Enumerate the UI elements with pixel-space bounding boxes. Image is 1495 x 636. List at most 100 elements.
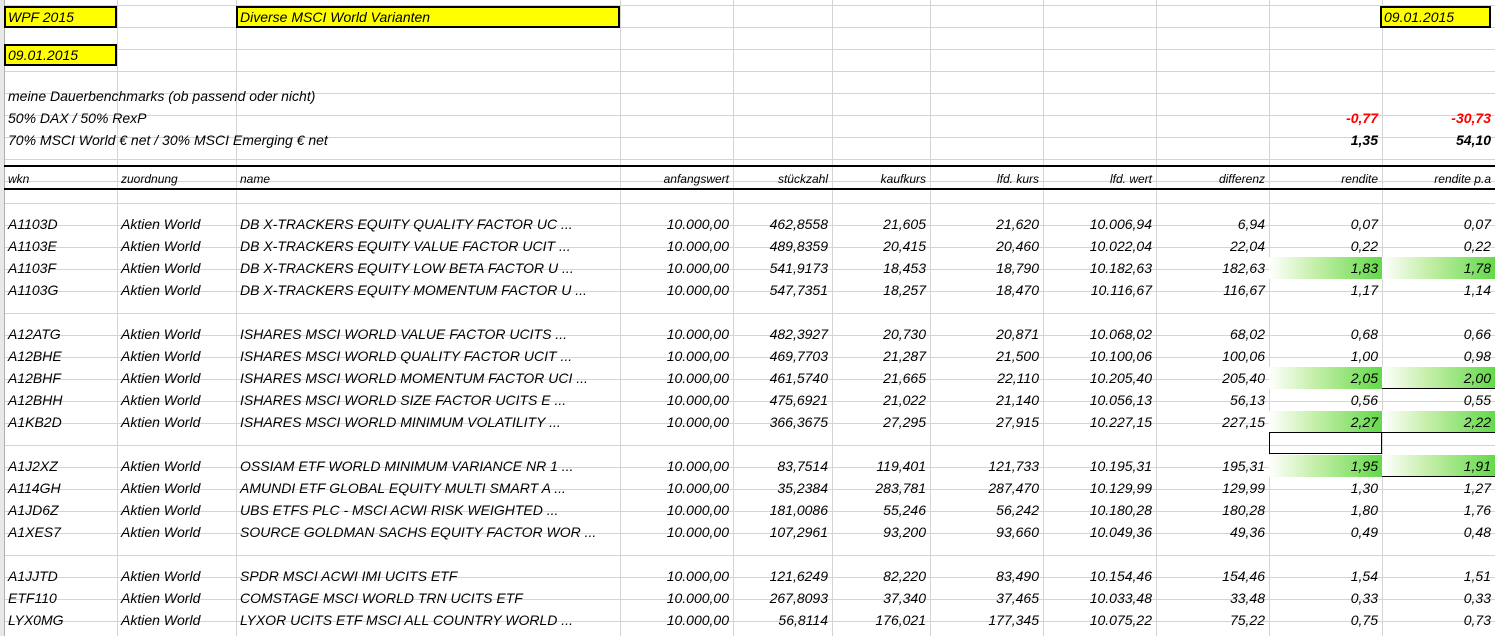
cell-kaufkurs[interactable]: 21,022 xyxy=(832,389,930,411)
cell-lfd-wert[interactable]: 10.129,99 xyxy=(1043,477,1156,499)
cell-kaufkurs[interactable]: 37,340 xyxy=(832,587,930,609)
cell-wkn[interactable]: A12BHE xyxy=(4,345,117,367)
cell-kaufkurs[interactable]: 21,605 xyxy=(832,213,930,235)
cell-rendite-pa[interactable]: 0,55 xyxy=(1382,389,1495,411)
cell-wkn[interactable]: A1103F xyxy=(4,257,117,279)
column-header-rendite-pa[interactable]: rendite p.a xyxy=(1382,168,1495,190)
cell-rendite-pa[interactable]: 0,73 xyxy=(1382,609,1495,631)
cell-kaufkurs[interactable]: 82,220 xyxy=(832,565,930,587)
benchmark-rendite-pa-1[interactable]: -30,73 xyxy=(1382,107,1495,129)
cell-name[interactable]: DB X-TRACKERS EQUITY LOW BETA FACTOR U .… xyxy=(236,257,620,279)
cell-name[interactable]: ISHARES MSCI WORLD VALUE FACTOR UCITS ..… xyxy=(236,323,620,345)
cell-name[interactable]: UBS ETFS PLC - MSCI ACWI RISK WEIGHTED .… xyxy=(236,499,620,521)
cell-zuordnung[interactable]: Aktien World xyxy=(117,323,236,345)
cell-rendite[interactable]: 1,00 xyxy=(1269,345,1382,367)
cell-stueckzahl[interactable]: 83,7514 xyxy=(733,455,832,477)
cell-rendite-pa[interactable]: 0,22 xyxy=(1382,235,1495,257)
cell-name[interactable]: DB X-TRACKERS EQUITY MOMENTUM FACTOR U .… xyxy=(236,279,620,301)
cell-zuordnung[interactable]: Aktien World xyxy=(117,521,236,543)
cell-lfd-kurs[interactable]: 93,660 xyxy=(930,521,1043,543)
cell-lfd-wert[interactable]: 10.075,22 xyxy=(1043,609,1156,631)
cell-differenz[interactable]: 33,48 xyxy=(1156,587,1269,609)
cell-anfangswert[interactable]: 10.000,00 xyxy=(620,279,733,301)
cell-rendite[interactable]: 2,05 xyxy=(1269,367,1382,389)
cell-kaufkurs[interactable]: 119,401 xyxy=(832,455,930,477)
cell-differenz[interactable]: 22,04 xyxy=(1156,235,1269,257)
cell-kaufkurs[interactable]: 283,781 xyxy=(832,477,930,499)
column-header-name[interactable]: name xyxy=(236,168,620,190)
cell-anfangswert[interactable]: 10.000,00 xyxy=(620,477,733,499)
cell-stueckzahl[interactable]: 107,2961 xyxy=(733,521,832,543)
spreadsheet-grid[interactable]: WPF 2015 Diverse MSCI World Varianten 09… xyxy=(0,0,1495,636)
cell-wkn[interactable]: A1J2XZ xyxy=(4,455,117,477)
cell-rendite-pa[interactable]: 0,33 xyxy=(1382,587,1495,609)
cell-rendite[interactable]: 0,56 xyxy=(1269,389,1382,411)
cell-kaufkurs[interactable]: 27,295 xyxy=(832,411,930,433)
cell-rendite-pa[interactable]: 1,14 xyxy=(1382,279,1495,301)
cell-rendite[interactable]: 0,22 xyxy=(1269,235,1382,257)
cell-name[interactable]: DB X-TRACKERS EQUITY QUALITY FACTOR UC .… xyxy=(236,213,620,235)
cell-differenz[interactable]: 75,22 xyxy=(1156,609,1269,631)
cell-rendite-pa[interactable]: 2,22 xyxy=(1382,411,1495,433)
cell-wkn[interactable]: A114GH xyxy=(4,477,117,499)
cell-lfd-kurs[interactable]: 177,345 xyxy=(930,609,1043,631)
cell-lfd-kurs[interactable]: 22,110 xyxy=(930,367,1043,389)
cell-anfangswert[interactable]: 10.000,00 xyxy=(620,587,733,609)
cell-lfd-kurs[interactable]: 83,490 xyxy=(930,565,1043,587)
cell-stueckzahl[interactable]: 482,3927 xyxy=(733,323,832,345)
selected-cell[interactable] xyxy=(1269,432,1382,454)
cell-lfd-wert[interactable]: 10.227,15 xyxy=(1043,411,1156,433)
date-right-cell[interactable]: 09.01.2015 xyxy=(1380,6,1491,28)
cell-lfd-wert[interactable]: 10.056,13 xyxy=(1043,389,1156,411)
date-left-cell[interactable]: 09.01.2015 xyxy=(4,44,117,66)
cell-rendite[interactable]: 1,80 xyxy=(1269,499,1382,521)
cell-lfd-wert[interactable]: 10.205,40 xyxy=(1043,367,1156,389)
cell-lfd-kurs[interactable]: 121,733 xyxy=(930,455,1043,477)
cell-differenz[interactable]: 180,28 xyxy=(1156,499,1269,521)
cell-lfd-wert[interactable]: 10.068,02 xyxy=(1043,323,1156,345)
cell-name[interactable]: OSSIAM ETF WORLD MINIMUM VARIANCE NR 1 .… xyxy=(236,455,620,477)
cell-name[interactable]: SPDR MSCI ACWI IMI UCITS ETF xyxy=(236,565,620,587)
cell-lfd-kurs[interactable]: 21,500 xyxy=(930,345,1043,367)
cell-differenz[interactable]: 68,02 xyxy=(1156,323,1269,345)
cell-name[interactable]: ISHARES MSCI WORLD QUALITY FACTOR UCIT .… xyxy=(236,345,620,367)
cell-kaufkurs[interactable]: 20,415 xyxy=(832,235,930,257)
cell-name[interactable]: COMSTAGE MSCI WORLD TRN UCITS ETF xyxy=(236,587,620,609)
cell-differenz[interactable]: 154,46 xyxy=(1156,565,1269,587)
cell-lfd-wert[interactable]: 10.195,31 xyxy=(1043,455,1156,477)
cell-stueckzahl[interactable]: 475,6921 xyxy=(733,389,832,411)
benchmark-label-2[interactable]: 70% MSCI World € net / 30% MSCI Emerging… xyxy=(4,129,604,151)
cell-differenz[interactable]: 49,36 xyxy=(1156,521,1269,543)
cell-rendite-pa[interactable]: 1,51 xyxy=(1382,565,1495,587)
cell-lfd-kurs[interactable]: 20,460 xyxy=(930,235,1043,257)
cell-zuordnung[interactable]: Aktien World xyxy=(117,367,236,389)
cell-stueckzahl[interactable]: 462,8558 xyxy=(733,213,832,235)
cell-zuordnung[interactable]: Aktien World xyxy=(117,411,236,433)
cell-kaufkurs[interactable]: 18,257 xyxy=(832,279,930,301)
column-header-zuordnung[interactable]: zuordnung xyxy=(117,168,236,190)
benchmark-rendite-1[interactable]: -0,77 xyxy=(1269,107,1382,129)
cell-zuordnung[interactable]: Aktien World xyxy=(117,565,236,587)
cell-anfangswert[interactable]: 10.000,00 xyxy=(620,455,733,477)
cell-rendite[interactable]: 0,49 xyxy=(1269,521,1382,543)
cell-stueckzahl[interactable]: 366,3675 xyxy=(733,411,832,433)
cell-zuordnung[interactable]: Aktien World xyxy=(117,235,236,257)
cell-anfangswert[interactable]: 10.000,00 xyxy=(620,389,733,411)
cell-zuordnung[interactable]: Aktien World xyxy=(117,213,236,235)
cell-stueckzahl[interactable]: 541,9173 xyxy=(733,257,832,279)
cell-kaufkurs[interactable]: 21,665 xyxy=(832,367,930,389)
cell-lfd-kurs[interactable]: 287,470 xyxy=(930,477,1043,499)
cell-zuordnung[interactable]: Aktien World xyxy=(117,499,236,521)
cell-lfd-wert[interactable]: 10.116,67 xyxy=(1043,279,1156,301)
cell-differenz[interactable]: 227,15 xyxy=(1156,411,1269,433)
cell-kaufkurs[interactable]: 176,021 xyxy=(832,609,930,631)
cell-differenz[interactable]: 6,94 xyxy=(1156,213,1269,235)
cell-stueckzahl[interactable]: 547,7351 xyxy=(733,279,832,301)
cell-anfangswert[interactable]: 10.000,00 xyxy=(620,411,733,433)
cell-stueckzahl[interactable]: 35,2384 xyxy=(733,477,832,499)
cell-wkn[interactable]: A1103G xyxy=(4,279,117,301)
cell-stueckzahl[interactable]: 56,8114 xyxy=(733,609,832,631)
cell-lfd-wert[interactable]: 10.182,63 xyxy=(1043,257,1156,279)
cell-lfd-wert[interactable]: 10.100,06 xyxy=(1043,345,1156,367)
column-header-lfd-kurs[interactable]: lfd. kurs xyxy=(930,168,1043,190)
